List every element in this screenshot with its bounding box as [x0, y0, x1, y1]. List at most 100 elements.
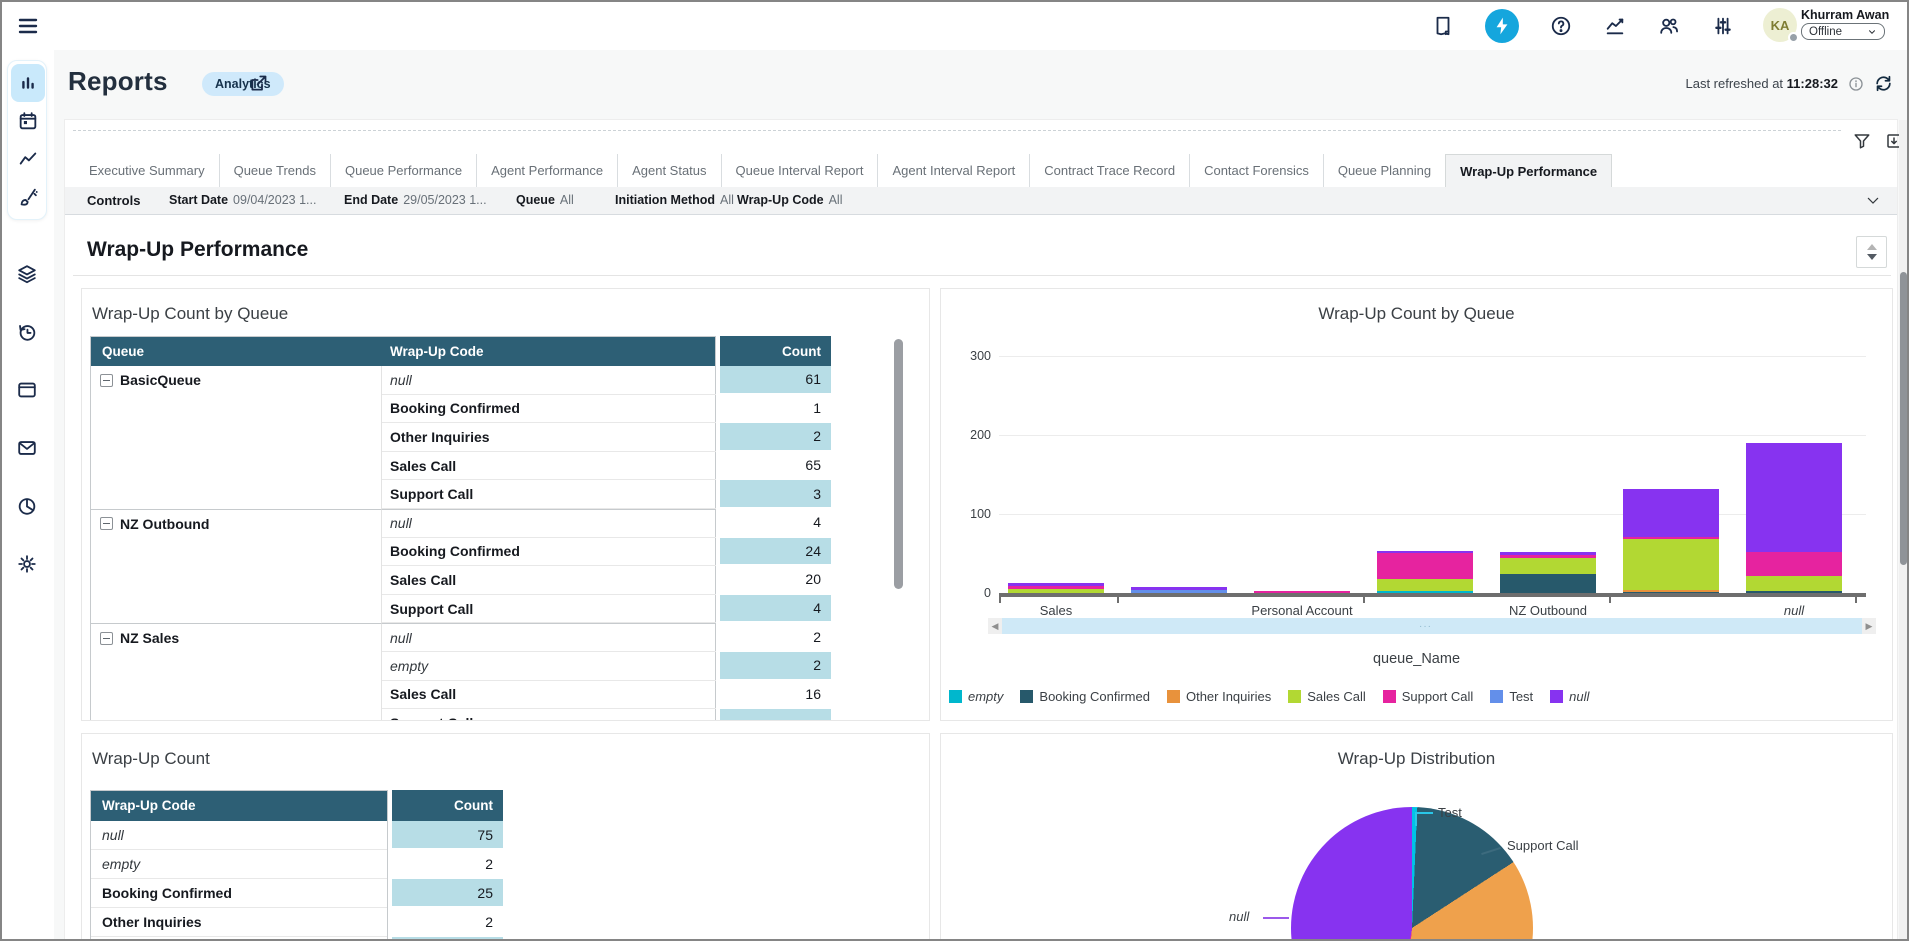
count-cell[interactable]: 3 [720, 480, 831, 509]
sidebar-gear-icon[interactable] [10, 545, 44, 583]
agent-status-select[interactable]: Offline [1801, 23, 1885, 40]
queue-cell[interactable]: BasicQueue [90, 366, 382, 395]
tab-queue-performance[interactable]: Queue Performance [330, 154, 476, 187]
sidebar-pie-chart-icon[interactable] [10, 487, 44, 525]
bar-segment-sales-call[interactable] [1008, 589, 1104, 593]
bar-segment-test[interactable] [1131, 590, 1227, 593]
wrapup-code-cell[interactable]: empty [91, 850, 387, 879]
wrapup-code-cell[interactable]: Other Inquiries [382, 423, 716, 452]
metrics-icon[interactable] [1603, 14, 1627, 38]
wrapup-code-cell[interactable]: empty [382, 652, 716, 681]
wrapup-code-cell[interactable]: Booking Confirmed [382, 538, 716, 567]
legend-item-other-inquiries[interactable]: Other Inquiries [1167, 689, 1271, 704]
count-cell[interactable]: 2 [720, 623, 831, 652]
bar-personal-account[interactable] [1254, 591, 1350, 593]
sidebar-layers-icon[interactable] [10, 255, 44, 293]
avatar[interactable]: KA [1763, 8, 1797, 42]
page-scrollbar-thumb[interactable] [1900, 272, 1907, 565]
sidebar-design-icon[interactable] [11, 178, 45, 216]
bar-segment-support-call[interactable] [1377, 553, 1473, 579]
wrapup-code-cell[interactable]: Sales Call [382, 681, 716, 710]
lightning-icon[interactable] [1485, 9, 1519, 43]
count-cell[interactable] [720, 709, 831, 721]
open-external-icon[interactable] [248, 73, 269, 94]
wrapup-code-cell[interactable]: null [91, 821, 387, 850]
bar-segment-support-call[interactable] [1254, 591, 1350, 593]
filter-start-date[interactable]: Start Date09/04/2023 1... [169, 193, 316, 207]
bar-segment-booking-confirmed[interactable] [1623, 592, 1719, 593]
filter-end-date[interactable]: End Date29/05/2023 1... [344, 193, 487, 207]
legend-item-null[interactable]: null [1550, 689, 1589, 704]
count-cell[interactable]: 1 [720, 395, 831, 424]
bar-queue-4[interactable] [1377, 551, 1473, 593]
sliders-icon[interactable] [1711, 14, 1735, 38]
filter-initiation-method[interactable]: Initiation MethodAll [615, 193, 734, 207]
sidebar-history-icon[interactable] [10, 313, 44, 351]
collapse-group-icon[interactable] [100, 632, 113, 645]
count-cell[interactable]: 24 [720, 538, 831, 567]
tab-wrap-up-performance[interactable]: Wrap-Up Performance [1445, 154, 1612, 187]
bar-queue-6[interactable] [1623, 489, 1719, 593]
count-cell[interactable]: 106 [392, 937, 503, 941]
filter-queue[interactable]: QueueAll [516, 193, 574, 207]
wrapup-code-cell[interactable]: Sales Call [382, 566, 716, 595]
users-icon[interactable] [1657, 14, 1681, 38]
bar-segment-support-call[interactable] [1746, 552, 1842, 576]
tab-agent-performance[interactable]: Agent Performance [476, 154, 617, 187]
table-header-count[interactable]: Count [720, 336, 831, 366]
wrapup-code-cell[interactable]: null [382, 366, 716, 395]
wrapup-code-cell[interactable]: null [382, 623, 716, 652]
sidebar-mail-icon[interactable] [10, 429, 44, 467]
bar-segment-booking-confirmed[interactable] [1746, 591, 1842, 593]
bar-segment-sales-call[interactable] [1746, 576, 1842, 592]
table-scrollbar[interactable] [894, 339, 903, 589]
tab-agent-status[interactable]: Agent Status [617, 154, 720, 187]
collapse-group-icon[interactable] [100, 517, 113, 530]
collapse-group-icon[interactable] [100, 374, 113, 387]
wrapup-code-cell[interactable]: Support Call [382, 709, 716, 721]
wrapup-code-cell[interactable]: Support Call [382, 595, 716, 624]
bar-null[interactable] [1746, 443, 1842, 593]
count-cell[interactable]: 61 [720, 366, 831, 395]
legend-item-support-call[interactable]: Support Call [1383, 689, 1474, 704]
table-header-count[interactable]: Count [392, 790, 503, 821]
wrapup-code-cell[interactable]: Other Inquiries [91, 908, 387, 937]
bar-segment-booking-confirmed[interactable] [1500, 574, 1596, 593]
count-cell[interactable]: 4 [720, 509, 831, 538]
tab-queue-interval-report[interactable]: Queue Interval Report [721, 154, 878, 187]
legend-item-test[interactable]: Test [1490, 689, 1533, 704]
sidebar-bar-chart-icon[interactable] [11, 64, 45, 102]
tab-executive-summary[interactable]: Executive Summary [75, 154, 219, 187]
count-cell[interactable]: 2 [392, 850, 503, 879]
bar-segment-sales-call[interactable] [1623, 539, 1719, 590]
wrapup-code-cell[interactable]: Support Call [382, 480, 716, 509]
wrapup-code-cell[interactable]: null [382, 509, 716, 538]
count-cell[interactable]: 65 [720, 452, 831, 481]
hscroll-thumb[interactable] [1002, 618, 1862, 634]
table-header[interactable]: Wrap-Up Code [90, 790, 388, 821]
count-cell[interactable]: 4 [720, 595, 831, 624]
spinner-up-icon[interactable] [1867, 244, 1877, 250]
legend-item-empty[interactable]: empty [949, 689, 1003, 704]
bar-queue-2[interactable] [1131, 587, 1227, 593]
wrapup-code-cell[interactable]: Sales Call [91, 937, 387, 941]
count-cell[interactable]: 2 [720, 652, 831, 681]
count-cell[interactable]: 75 [392, 821, 503, 850]
hamburger-menu-icon[interactable] [16, 14, 40, 38]
bar-segment-empty[interactable] [1377, 591, 1473, 593]
refresh-icon[interactable] [1874, 74, 1893, 93]
tab-contract-trace-record[interactable]: Contract Trace Record [1029, 154, 1189, 187]
queue-cell[interactable]: NZ Sales [90, 623, 382, 652]
count-cell[interactable]: 25 [392, 879, 503, 908]
bar-segment-null[interactable] [1746, 443, 1842, 552]
bar-segment-sales-call[interactable] [1500, 558, 1596, 574]
legend-item-sales-call[interactable]: Sales Call [1288, 689, 1366, 704]
hscroll-right-button[interactable]: ▶ [1862, 618, 1876, 634]
count-cell[interactable]: 16 [720, 681, 831, 710]
filter-wrap-up-code[interactable]: Wrap-Up CodeAll [737, 193, 842, 207]
help-icon[interactable] [1549, 14, 1573, 38]
filter-icon[interactable] [1853, 132, 1871, 150]
hscroll-left-button[interactable]: ◀ [988, 618, 1002, 634]
sidebar-line-chart-icon[interactable] [11, 140, 45, 178]
notes-icon[interactable] [1431, 14, 1455, 38]
